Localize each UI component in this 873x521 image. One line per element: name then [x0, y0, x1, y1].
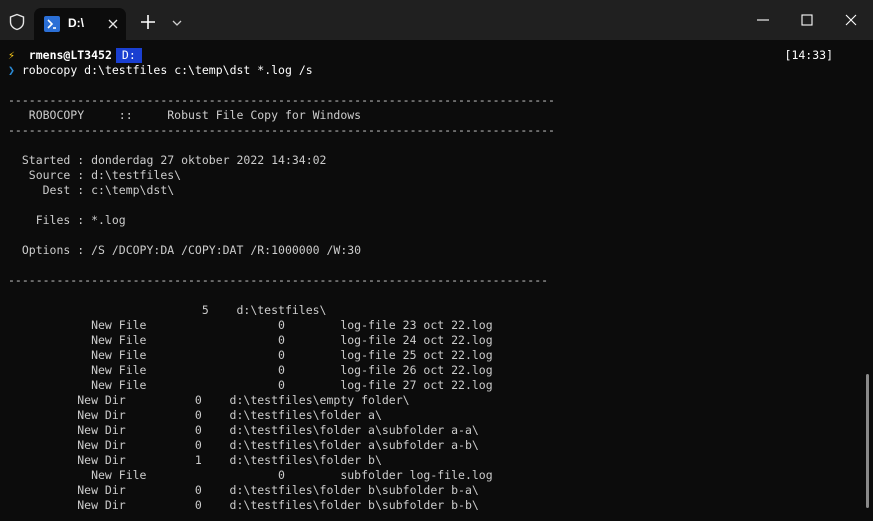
title-bar: D:\	[0, 0, 873, 40]
output-line: ----------------------------------------…	[8, 273, 549, 287]
output-line: New File 0 log-file 26 oct 22.log	[8, 363, 493, 377]
output-line: New File 0 log-file 24 oct 22.log	[8, 333, 493, 347]
output-line: ----------------------------------------…	[8, 93, 555, 107]
output-line: New File 0 subfolder log-file.log	[8, 468, 493, 482]
output-line: Files : *.log	[8, 213, 126, 227]
tab-active[interactable]: D:\	[34, 8, 126, 40]
output-line: Source : d:\testfiles\	[8, 168, 182, 182]
chevron-down-icon[interactable]	[168, 14, 186, 32]
output-line: New Dir 0 d:\testfiles\empty folder\	[8, 393, 410, 407]
command-text: robocopy d:\testfiles c:\temp\dst *.log …	[21, 63, 313, 77]
minimize-icon[interactable]	[741, 0, 785, 40]
scrollbar[interactable]	[866, 374, 869, 508]
output-line: 5 d:\testfiles\	[8, 303, 327, 317]
output-line: Started : donderdag 27 oktober 2022 14:3…	[8, 153, 327, 167]
maximize-icon[interactable]	[785, 0, 829, 40]
output-line: New File 0 log-file 23 oct 22.log	[8, 318, 493, 332]
tab-title: D:\	[68, 16, 84, 30]
plus-icon[interactable]	[137, 11, 159, 33]
output-line: ROBOCOPY :: Robust File Copy for Windows	[8, 108, 362, 122]
output-line: ----------------------------------------…	[8, 123, 555, 137]
drive-badge: D:	[115, 48, 142, 63]
terminal-window: D:\ ⚡ rmens@LT3452 D: [14:33] ❯ robocopy…	[0, 0, 873, 521]
prompt-line: ⚡ rmens@LT3452 D:	[8, 48, 142, 63]
output-line: Dest : c:\temp\dst\	[8, 183, 175, 197]
terminal-output[interactable]: ⚡ rmens@LT3452 D: [14:33] ❯ robocopy d:\t…	[0, 40, 873, 521]
close-icon[interactable]	[829, 0, 873, 40]
prompt-time: [14:33]	[784, 48, 833, 62]
powershell-icon	[44, 16, 60, 32]
output-line: New Dir 0 d:\testfiles\folder b\subfolde…	[8, 498, 479, 512]
lightning-icon: ⚡	[8, 48, 15, 62]
output-line: New Dir 0 d:\testfiles\folder a\subfolde…	[8, 423, 479, 437]
close-icon[interactable]	[106, 16, 120, 30]
output-line: New Dir 0 d:\testfiles\folder a\subfolde…	[8, 438, 479, 452]
output-line: New File 0 log-file 25 oct 22.log	[8, 348, 493, 362]
output-line: New Dir 1 d:\testfiles\folder b\	[8, 453, 382, 467]
command-line: ❯ robocopy d:\testfiles c:\temp\dst *.lo…	[8, 63, 313, 78]
prompt-chevron-icon: ❯	[8, 63, 15, 77]
output-line: New File 0 log-file 27 oct 22.log	[8, 378, 493, 392]
output-line: Options : /S /DCOPY:DA /COPY:DAT /R:1000…	[8, 243, 362, 257]
output-line: New Dir 0 d:\testfiles\folder a\	[8, 408, 382, 422]
shield-icon[interactable]	[8, 13, 26, 31]
output-line: New Dir 0 d:\testfiles\folder b\subfolde…	[8, 483, 479, 497]
prompt-user: rmens@LT3452	[28, 48, 112, 62]
